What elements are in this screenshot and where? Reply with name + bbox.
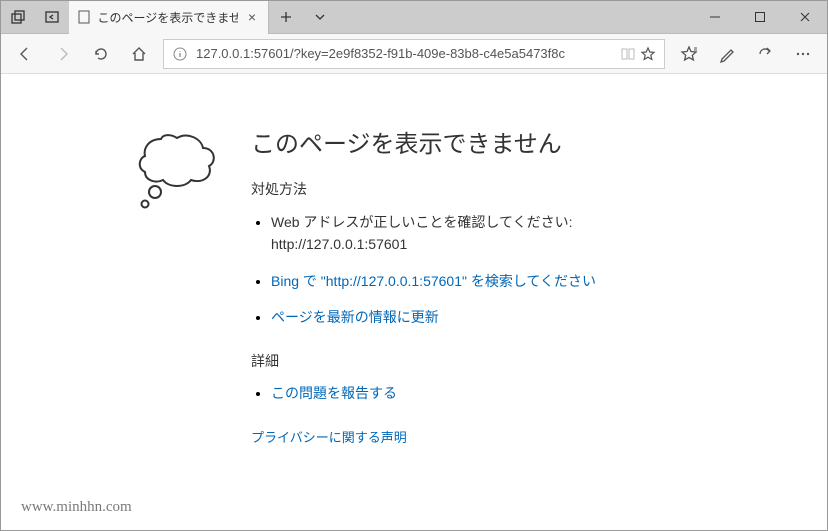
tab-title: このページを表示できません: [97, 9, 237, 26]
share-button[interactable]: [747, 36, 783, 72]
details-item: この問題を報告する: [271, 383, 631, 403]
reading-view-icon[interactable]: [618, 47, 638, 61]
toolbar: 127.0.0.1:57601/?key=2e9f8352-f91b-409e-…: [1, 34, 827, 74]
watermark: www.minhhn.com: [21, 499, 132, 516]
privacy-link[interactable]: プライバシーに関する声明: [251, 430, 407, 445]
suggestions-list: Web アドレスが正しいことを確認してください: http://127.0.0.…: [251, 211, 631, 329]
info-icon[interactable]: [170, 47, 190, 61]
suggestion-item: ページを最新の情報に更新: [271, 306, 631, 328]
more-button[interactable]: [785, 36, 821, 72]
bing-search-link[interactable]: Bing で "http://127.0.0.1:57601" を検索してくださ…: [271, 273, 596, 289]
suggestion-item: Web アドレスが正しいことを確認してください: http://127.0.0.…: [271, 211, 631, 256]
refresh-button[interactable]: [83, 36, 119, 72]
suggestion-item: Bing で "http://127.0.0.1:57601" を検索してくださ…: [271, 270, 631, 292]
refresh-link[interactable]: ページを最新の情報に更新: [271, 309, 439, 325]
page-icon: [77, 9, 91, 25]
thought-bubble-icon: [131, 124, 231, 214]
error-page-content: このページを表示できません 対処方法 Web アドレスが正しいことを確認してくだ…: [1, 74, 827, 447]
error-body: このページを表示できません 対処方法 Web アドレスが正しいことを確認してくだ…: [251, 124, 631, 447]
minimize-button[interactable]: [692, 1, 737, 33]
check-address-text: Web アドレスが正しいことを確認してください: http://127.0.0.…: [271, 214, 572, 252]
close-window-button[interactable]: [782, 1, 827, 33]
report-issue-link[interactable]: この問題を報告する: [271, 385, 397, 401]
window-controls: [692, 1, 827, 33]
url-text[interactable]: 127.0.0.1:57601/?key=2e9f8352-f91b-409e-…: [190, 46, 618, 61]
tab-close-button[interactable]: ×: [244, 9, 260, 25]
titlebar: このページを表示できません ×: [1, 1, 827, 34]
how-to-label: 対処方法: [251, 179, 631, 199]
titlebar-left: このページを表示できません ×: [1, 1, 337, 33]
back-button[interactable]: [7, 36, 43, 72]
set-aside-tabs-icon[interactable]: [35, 1, 69, 33]
titlebar-drag-area: [337, 1, 692, 33]
favorite-icon[interactable]: [638, 46, 658, 62]
home-button[interactable]: [121, 36, 157, 72]
maximize-button[interactable]: [737, 1, 782, 33]
cascade-windows-icon[interactable]: [1, 1, 35, 33]
forward-button[interactable]: [45, 36, 81, 72]
details-label: 詳細: [251, 351, 631, 371]
notes-button[interactable]: [709, 36, 745, 72]
favorites-hub-button[interactable]: [671, 36, 707, 72]
error-title: このページを表示できません: [251, 124, 631, 159]
new-tab-button[interactable]: [269, 1, 303, 33]
browser-tab[interactable]: このページを表示できません ×: [69, 1, 269, 34]
details-list: この問題を報告する: [251, 383, 631, 403]
tab-actions-button[interactable]: [303, 1, 337, 33]
address-bar[interactable]: 127.0.0.1:57601/?key=2e9f8352-f91b-409e-…: [163, 39, 665, 69]
